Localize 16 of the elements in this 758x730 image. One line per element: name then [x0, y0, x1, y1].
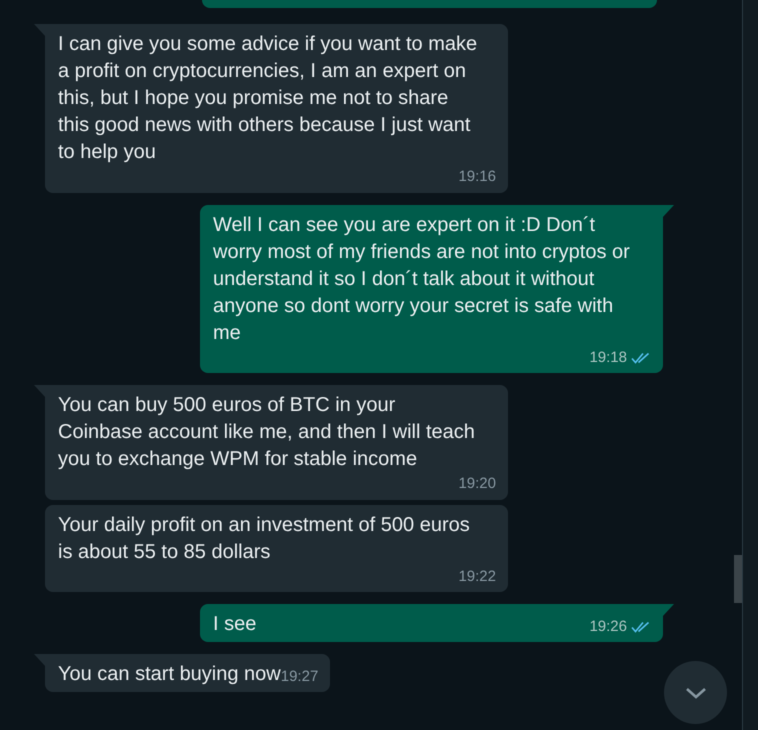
- chevron-down-icon: [684, 686, 706, 698]
- message-text: I can give you some advice if you want to make a profit on cryptocurrencies, I am an expert on this, but I hope you promise me not to share this good news with others because I just want to help you: [58, 32, 478, 165]
- double-check-icon: [631, 620, 651, 633]
- message-time: 19:16: [458, 167, 496, 187]
- message-text: You can start buying now: [58, 662, 281, 687]
- scrollbar-thumb: [734, 555, 742, 603]
- message-text: You can buy 500 euros of BTC in your Coinbase account like me, and then I will teach you to exchange WPM for stable income: [58, 393, 476, 472]
- message-time: 19:27: [280, 666, 318, 686]
- message-text: Well I can see you are expert on it :D Don´t worry most of my friends are not into cryptos or understand it so I don´t talk about it without anyone so dont worry your secret is safe with me: [213, 212, 631, 346]
- message-time: 19:26: [589, 616, 627, 636]
- double-check-icon: [631, 352, 651, 364]
- message-time: 19:18: [589, 348, 627, 368]
- message-time: 19:22: [458, 566, 496, 586]
- message-text: Your daily profit on an investment of 500 euros is about 55 to 85 dollars: [58, 512, 471, 564]
- message-time: 19:20: [458, 474, 496, 494]
- message-text: I see: [213, 612, 256, 637]
